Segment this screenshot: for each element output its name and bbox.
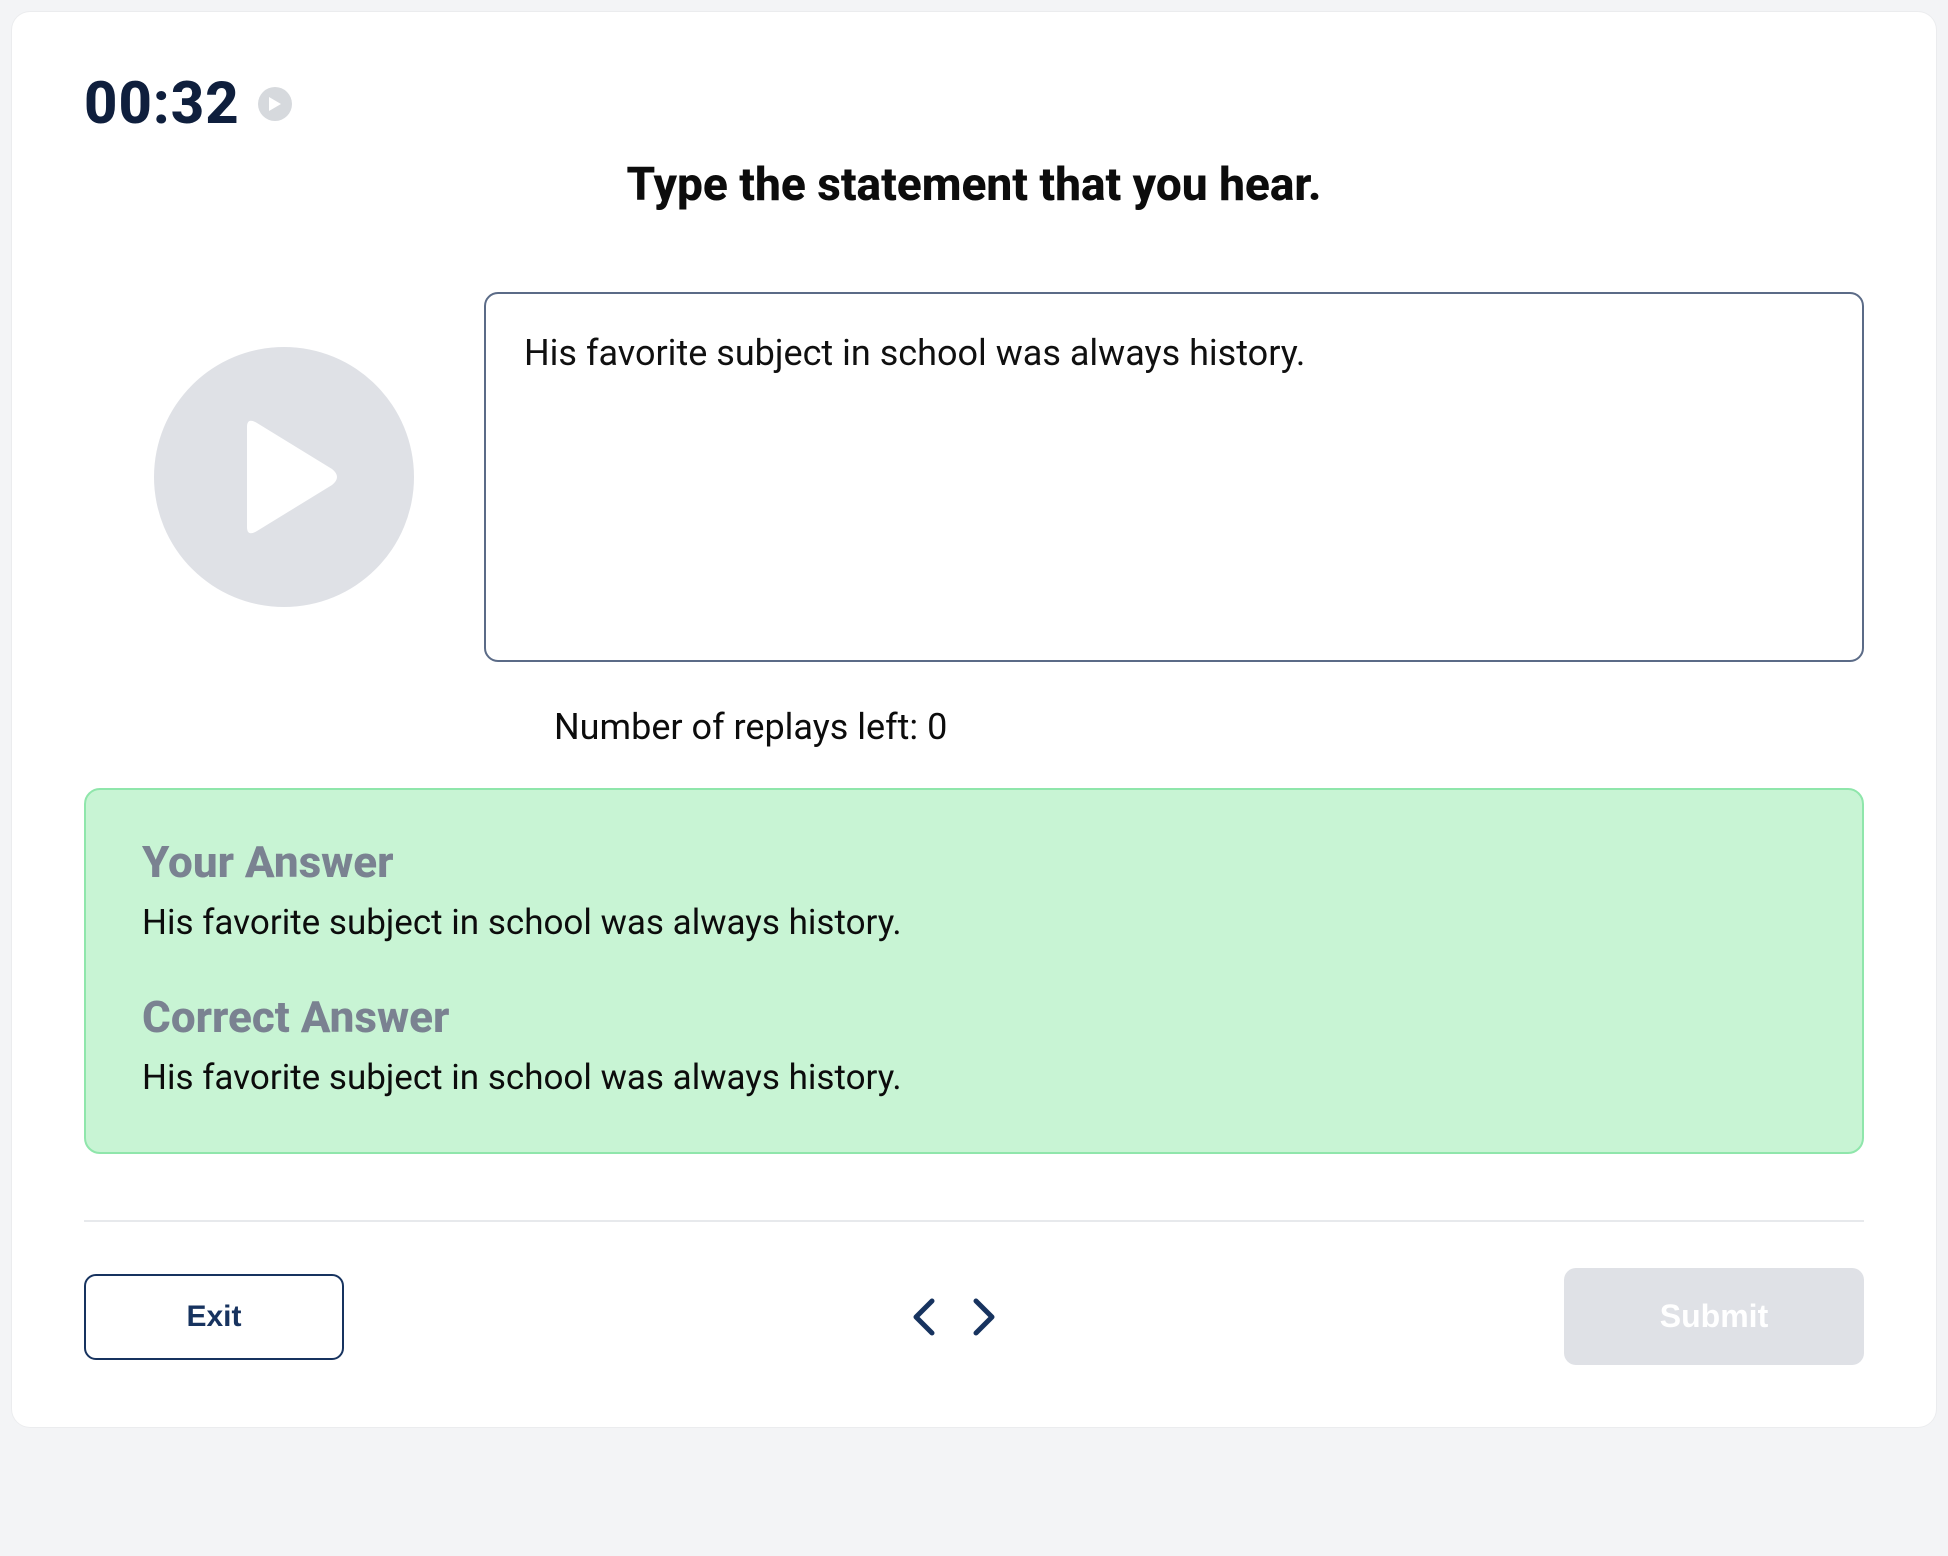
correct-answer-heading: Correct Answer bbox=[142, 991, 1806, 1043]
timer-display: 00:32 bbox=[84, 70, 240, 138]
chevron-right-icon bbox=[972, 1297, 998, 1337]
submit-button[interactable]: Submit bbox=[1564, 1268, 1864, 1365]
your-answer-text: His favorite subject in school was alway… bbox=[142, 902, 1806, 943]
feedback-panel: Your Answer His favorite subject in scho… bbox=[84, 788, 1864, 1154]
correct-answer-text: His favorite subject in school was alway… bbox=[142, 1057, 1806, 1098]
audio-play-button[interactable] bbox=[154, 347, 414, 607]
prompt-heading: Type the statement that you hear. bbox=[84, 158, 1864, 212]
play-icon bbox=[242, 417, 342, 537]
replays-remaining: Number of replays left: 0 bbox=[84, 706, 1864, 748]
next-button[interactable] bbox=[972, 1297, 998, 1337]
footer-divider bbox=[84, 1220, 1864, 1222]
timer-play-button[interactable] bbox=[258, 87, 292, 121]
timer-row: 00:32 bbox=[84, 70, 1864, 138]
answer-input[interactable] bbox=[484, 292, 1864, 662]
your-answer-heading: Your Answer bbox=[142, 836, 1806, 888]
exit-button[interactable]: Exit bbox=[84, 1274, 344, 1360]
nav-arrows bbox=[910, 1297, 998, 1337]
quiz-card: 00:32 Type the statement that you hear. … bbox=[12, 12, 1936, 1427]
chevron-left-icon bbox=[910, 1297, 936, 1337]
play-icon bbox=[268, 96, 282, 112]
prev-button[interactable] bbox=[910, 1297, 936, 1337]
content-row bbox=[84, 292, 1864, 662]
footer: Exit Submit bbox=[84, 1268, 1864, 1365]
answer-column bbox=[484, 292, 1864, 662]
